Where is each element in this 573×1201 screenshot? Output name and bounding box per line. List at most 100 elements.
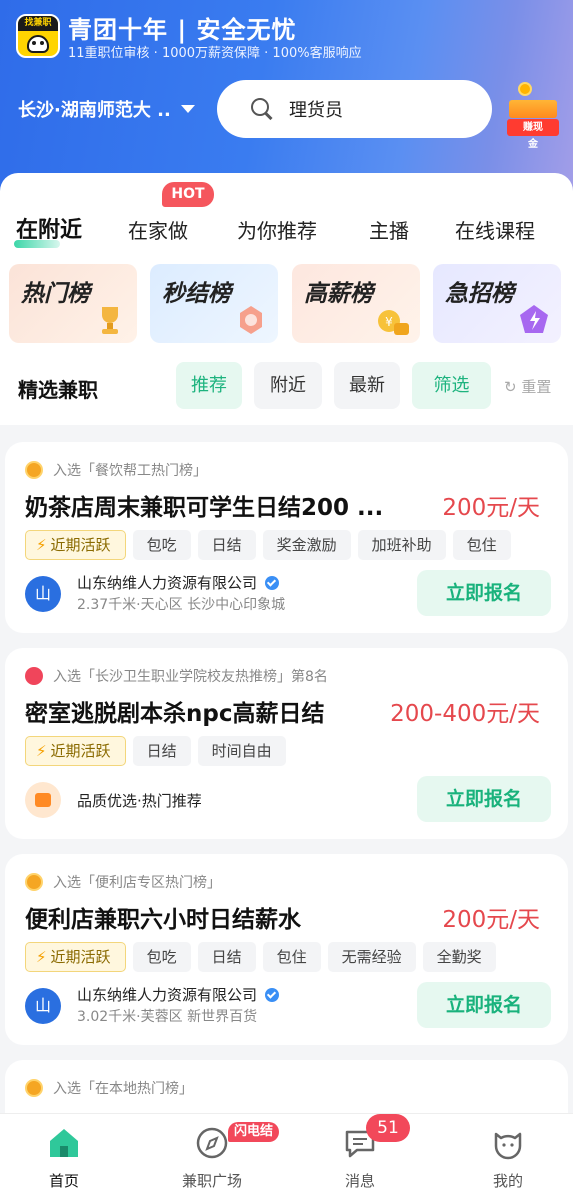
job-tag: 奖金激励 <box>262 530 351 560</box>
rank-high-pay-label: 高薪榜 <box>304 281 373 307</box>
tab-streamer[interactable]: 主播 <box>369 215 409 244</box>
app-logo: 找兼职 <box>16 14 60 58</box>
active-tag: ⚡ 近期活跃 <box>25 942 126 972</box>
slogan: 青团十年 | 安全无忧 <box>68 16 297 44</box>
tag-label: 近期活跃 <box>50 742 111 760</box>
apply-button[interactable]: 立即报名 <box>417 570 551 616</box>
hot-icon <box>25 667 43 685</box>
lightning-icon: ⚡ <box>36 536 47 554</box>
filter-latest[interactable]: 最新 <box>334 362 400 409</box>
selection-text: 入选「便利店专区热门榜」 <box>53 875 221 891</box>
treasure-box-icon <box>509 100 557 118</box>
quality-info: 品质优选·热门推荐 <box>25 778 405 822</box>
tab-online-courses[interactable]: 在线课程 <box>455 215 535 244</box>
logo-text: 找兼职 <box>18 16 58 31</box>
caret-down-icon <box>180 105 195 113</box>
job-card[interactable]: 入选「餐饮帮工热门榜」 奶茶店周末兼职可学生日结200 ... 200元/天 ⚡… <box>5 442 568 633</box>
nav-me-label: 我的 <box>492 1172 523 1190</box>
nav-me[interactable]: 我的 <box>458 1114 558 1201</box>
active-tag: ⚡ 近期活跃 <box>25 530 126 560</box>
company-logo: 山 <box>25 988 61 1024</box>
rank-urgent[interactable]: 急招榜 <box>433 264 561 343</box>
job-tag: 包住 <box>262 942 321 972</box>
job-card[interactable]: 入选「在本地热门榜」 <box>5 1060 568 1120</box>
tag-label: 近期活跃 <box>50 536 111 554</box>
company-name: 山东纳维人力资源有限公司 <box>77 574 258 592</box>
filter-recommend[interactable]: 推荐 <box>176 362 242 409</box>
trophy-icon <box>102 307 118 334</box>
nav-home[interactable]: 首页 <box>14 1114 114 1201</box>
job-card[interactable]: 入选「长沙卫生职业学院校友热推榜」第8名 密室逃脱剧本杀npc高薪日结 200-… <box>5 648 568 839</box>
search-bar[interactable]: 理货员 <box>217 80 492 138</box>
filter-nearby[interactable]: 附近 <box>254 362 322 409</box>
job-card[interactable]: 入选「便利店专区热门榜」 便利店兼职六小时日结薪水 200元/天 ⚡ 近期活跃 包吃… <box>5 854 568 1045</box>
search-placeholder: 理货员 <box>289 100 343 121</box>
location-label: 长沙·湖南师范大 .. <box>18 100 171 121</box>
active-tag: ⚡ 近期活跃 <box>25 736 126 766</box>
lightning-gem-icon <box>520 305 548 333</box>
rank-instant-pay[interactable]: 秒结榜 <box>150 264 278 343</box>
profile-icon <box>494 1132 522 1160</box>
search-icon <box>251 98 273 120</box>
company-name-row: 山东纳维人力资源有限公司 <box>77 572 280 593</box>
quality-icon <box>25 782 61 818</box>
job-salary: 200元/天 <box>442 495 540 521</box>
job-tag: 无需经验 <box>327 942 416 972</box>
earn-cash-label: 赚现金 <box>507 119 559 150</box>
rank-hot-label: 热门榜 <box>21 281 90 307</box>
nav-home-label: 首页 <box>48 1172 79 1190</box>
tab-home-work[interactable]: 在家做 <box>128 215 188 244</box>
company-address: 3.02千米·芙蓉区 新世界百货 <box>77 1009 258 1025</box>
home-icon <box>50 1129 78 1157</box>
filter-bar: 精选兼职 推荐 附近 最新 筛选 ↻ 重置 <box>0 362 573 410</box>
featured-jobs-title: 精选兼职 <box>18 378 98 402</box>
tag-label: 近期活跃 <box>50 948 111 966</box>
job-tag: 日结 <box>197 530 256 560</box>
medal-icon <box>25 461 43 479</box>
medal-icon <box>25 873 43 891</box>
selection-note: 入选「餐饮帮工热门榜」 <box>25 460 207 480</box>
job-tag: 包吃 <box>132 530 191 560</box>
location-selector[interactable]: 长沙·湖南师范大 .. <box>18 96 195 122</box>
rank-cards: 热门榜 秒结榜 高薪榜 ¥ 急招榜 <box>0 264 573 344</box>
tab-recommended[interactable]: 为你推荐 <box>237 215 317 244</box>
job-tags: ⚡ 近期活跃 包吃 日结 奖金激励 加班补助 包住 <box>25 530 518 560</box>
coin-icon <box>518 82 532 96</box>
job-tags: ⚡ 近期活跃 日结 时间自由 <box>25 736 293 766</box>
job-title: 便利店兼职六小时日结薪水 <box>25 907 301 933</box>
rank-high-pay[interactable]: 高薪榜 ¥ <box>292 264 420 343</box>
logo-mascot-icon <box>27 35 49 53</box>
rank-instant-pay-label: 秒结榜 <box>162 281 231 307</box>
job-tag: 全勤奖 <box>422 942 496 972</box>
company-info: 山 山东纳维人力资源有限公司 2.37千米·天心区 长沙中心印象城 <box>25 572 405 616</box>
reset-label: 重置 <box>521 378 552 396</box>
selection-text: 入选「长沙卫生职业学院校友热推榜」第8名 <box>53 669 328 685</box>
company-address: 2.37千米·天心区 长沙中心印象城 <box>77 597 286 613</box>
rank-urgent-label: 急招榜 <box>445 281 514 307</box>
compass-icon <box>196 1127 228 1159</box>
job-title: 奶茶店周末兼职可学生日结200 ... <box>25 495 384 521</box>
bottom-nav: 首页 兼职广场 消息 我的 <box>0 1113 573 1201</box>
company-name-row: 山东纳维人力资源有限公司 <box>77 984 280 1005</box>
apply-button[interactable]: 立即报名 <box>417 982 551 1028</box>
job-tag: 加班补助 <box>357 530 446 560</box>
company-info: 山 山东纳维人力资源有限公司 3.02千米·芙蓉区 新世界百货 <box>25 984 405 1028</box>
job-tag: 包吃 <box>132 942 191 972</box>
selection-note: 入选「长沙卫生职业学院校友热推榜」第8名 <box>25 666 328 686</box>
filter-screen[interactable]: 筛选 <box>412 362 491 409</box>
job-salary: 200元/天 <box>442 907 540 933</box>
job-tag: 日结 <box>132 736 191 766</box>
quality-label: 品质优选·热门推荐 <box>77 792 202 810</box>
rank-hot[interactable]: 热门榜 <box>9 264 137 343</box>
job-tag: 日结 <box>197 942 256 972</box>
selection-note: 入选「便利店专区热门榜」 <box>25 872 221 892</box>
nav-messages-label: 消息 <box>344 1172 375 1190</box>
medal-icon <box>25 1079 43 1097</box>
job-tag: 时间自由 <box>197 736 286 766</box>
apply-button[interactable]: 立即报名 <box>417 776 551 822</box>
nav-job-square-label: 兼职广场 <box>181 1172 242 1190</box>
selection-note: 入选「在本地热门榜」 <box>25 1078 193 1098</box>
earn-cash-button[interactable]: 赚现金 <box>505 82 561 150</box>
reset-button[interactable]: ↻ 重置 <box>504 376 551 397</box>
job-tag: 包住 <box>452 530 511 560</box>
